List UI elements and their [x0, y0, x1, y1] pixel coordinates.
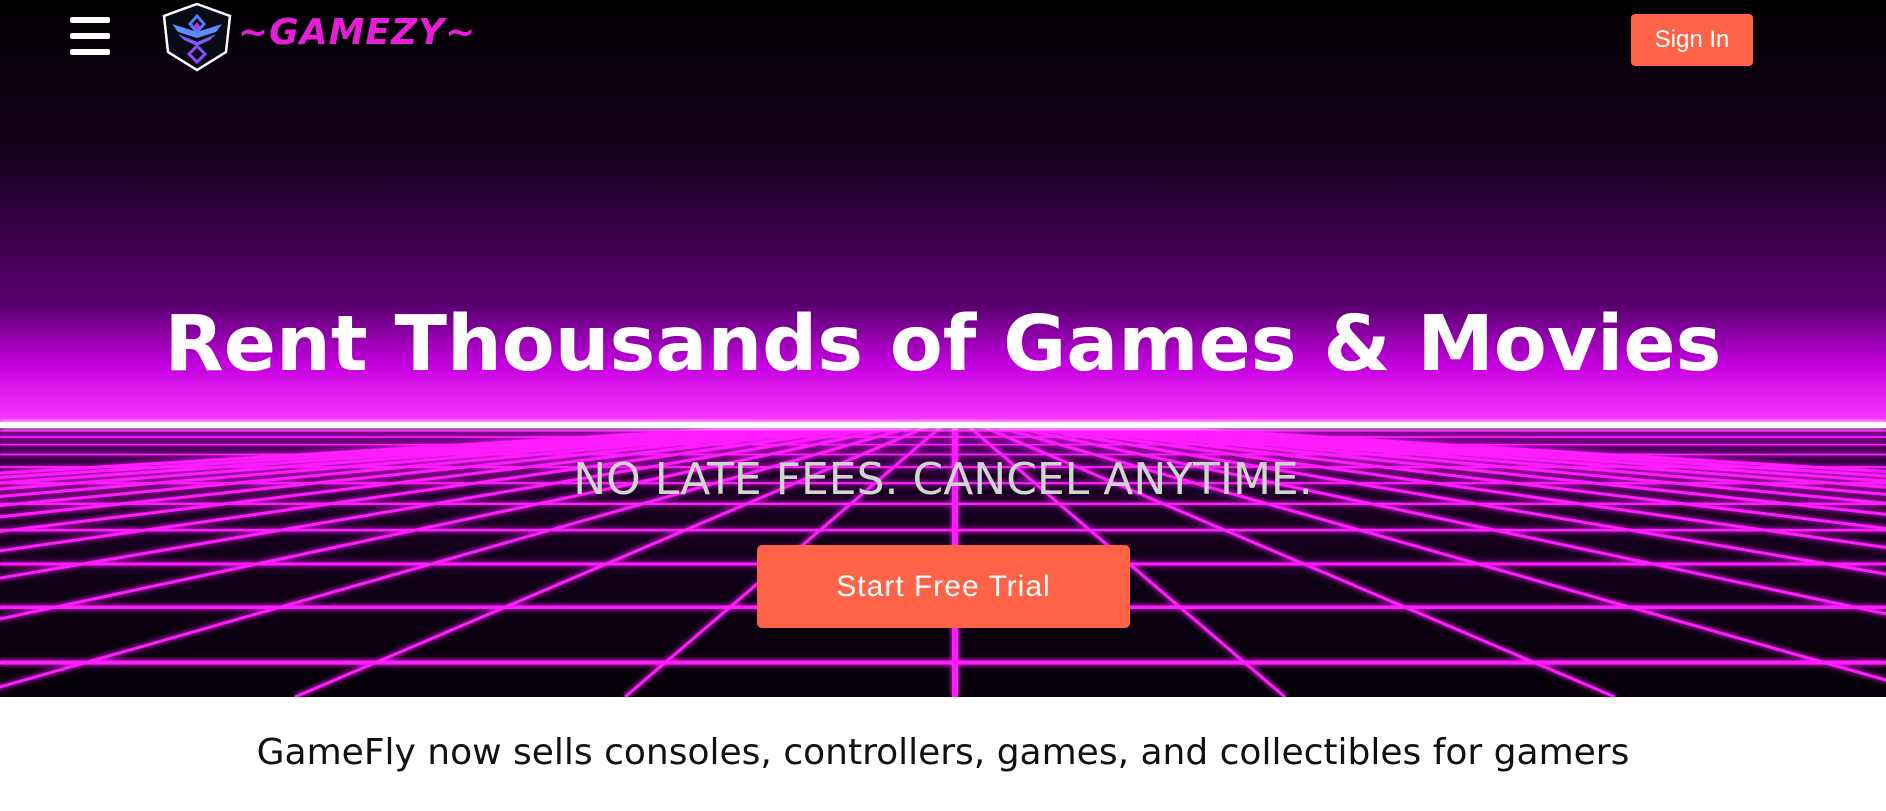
tagline-text: GameFly now sells consoles, controllers,… [256, 732, 1630, 773]
winged-shield-icon [162, 2, 232, 72]
hamburger-menu-icon[interactable] [70, 17, 110, 55]
logo-wordmark: ~GAMEZY~ [238, 11, 477, 53]
sign-in-button[interactable]: Sign In [1631, 14, 1753, 66]
hero-subheadline: NO LATE FEES. CANCEL ANYTIME. [573, 454, 1313, 505]
start-free-trial-button[interactable]: Start Free Trial [757, 545, 1130, 628]
hero-section: ~GAMEZY~ Sign In Rent Thousands of Games… [0, 0, 1886, 697]
top-navigation-bar: ~GAMEZY~ Sign In [0, 0, 1886, 76]
hero-headline: Rent Thousands of Games & Movies [164, 300, 1722, 389]
gamezy-logo[interactable]: ~GAMEZY~ [158, 2, 476, 72]
